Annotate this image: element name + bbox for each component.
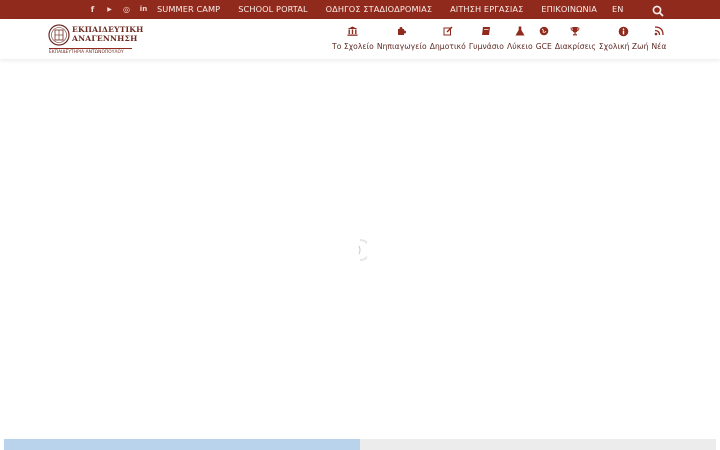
nav-item-gce[interactable]: GCE xyxy=(536,25,552,55)
nav-label: Νηπιαγωγείο xyxy=(376,42,427,51)
book-icon xyxy=(482,27,491,35)
search-icon xyxy=(652,5,664,17)
info-icon xyxy=(618,26,629,36)
edit-icon xyxy=(443,26,453,36)
nav-label: Διακρίσεις xyxy=(554,42,596,51)
logo-subtitle: ΕΚΠΑΙΔΕΥΤΗΡΙΑ ΑΝΤΩΝΟΠΟΥΛΟΥ xyxy=(49,48,132,55)
nav-item-school-life[interactable]: Σχολική Ζωή xyxy=(599,25,649,55)
institution-icon xyxy=(347,26,358,36)
top-navigation: SUMMER CAMP SCHOOL PORTAL ΟΔΗΓΟΣ ΣΤΑΔΙΟΔ… xyxy=(157,0,641,19)
nav-item-primary[interactable]: Δημοτικό xyxy=(430,25,466,55)
trophy-icon xyxy=(570,27,580,36)
content-strip-left xyxy=(4,439,360,450)
top-bar: f ▶ ◎ in SUMMER CAMP SCHOOL PORTAL ΟΔΗΓΟ… xyxy=(0,0,720,19)
nav-label: Το Σχολείο xyxy=(332,42,374,51)
summer-camp-link[interactable]: SUMMER CAMP xyxy=(157,0,220,19)
career-guide-link[interactable]: ΟΔΗΓΟΣ ΣΤΑΔΙΟΔΡΟΜΙΑΣ xyxy=(326,0,432,19)
nav-item-kindergarten[interactable]: Νηπιαγωγείο xyxy=(377,25,427,55)
nav-label: Δημοτικό xyxy=(429,42,466,51)
nav-item-distinctions[interactable]: Διακρίσεις xyxy=(555,25,596,55)
facebook-icon[interactable]: f xyxy=(84,0,101,19)
logo-emblem-icon xyxy=(48,24,70,46)
nav-item-school[interactable]: Το Σχολείο xyxy=(332,25,374,55)
search-button[interactable] xyxy=(651,3,665,17)
nav-label: GCE xyxy=(535,42,552,51)
content-strip-right xyxy=(360,439,716,450)
nav-item-news[interactable]: Νέα xyxy=(651,25,666,55)
puzzle-icon xyxy=(397,27,406,35)
nav-label: Λύκειο xyxy=(507,42,533,51)
nav-label: Νέα xyxy=(651,42,667,51)
flask-icon xyxy=(515,26,525,36)
youtube-icon[interactable]: ▶ xyxy=(101,0,118,19)
logo-title-line1: ΕΚΠΑΙΔΕΥΤΙΚΗ xyxy=(72,25,144,34)
language-switch[interactable]: EN xyxy=(612,0,624,19)
instagram-icon[interactable]: ◎ xyxy=(118,0,135,19)
spinner-icon xyxy=(358,239,371,261)
nav-item-gymnasium[interactable]: Γυμνάσιο xyxy=(469,25,504,55)
job-application-link[interactable]: ΑΙΤΗΣΗ ΕΡΓΑΣΙΑΣ xyxy=(450,0,523,19)
logo-title-line2: ΑΝΑΓΕΝΝΗΣΗ xyxy=(72,34,138,43)
school-portal-link[interactable]: SCHOOL PORTAL xyxy=(238,0,307,19)
nav-item-lyceum[interactable]: Λύκειο xyxy=(507,25,533,55)
site-logo[interactable]: ΕΚΠΑΙΔΕΥΤΙΚΗ ΑΝΑΓΕΝΝΗΣΗ ΕΚΠΑΙΔΕΥΤΗΡΙΑ ΑΝ… xyxy=(48,23,143,55)
nav-label: Σχολική Ζωή xyxy=(598,42,649,51)
social-links: f ▶ ◎ in xyxy=(84,0,152,19)
contact-link[interactable]: ΕΠΙΚΟΙΝΩΝΙΑ xyxy=(541,0,597,19)
loading-spinner xyxy=(353,238,371,262)
nav-label: Γυμνάσιο xyxy=(468,42,504,51)
rss-icon xyxy=(654,26,664,36)
main-navigation: Το Σχολείο Νηπιαγωγείο Δημοτικό Γυμνάσιο… xyxy=(332,25,669,55)
linkedin-icon[interactable]: in xyxy=(135,0,152,19)
globe-icon xyxy=(539,26,549,36)
site-header: ΕΚΠΑΙΔΕΥΤΙΚΗ ΑΝΑΓΕΝΝΗΣΗ ΕΚΠΑΙΔΕΥΤΗΡΙΑ ΑΝ… xyxy=(0,19,720,59)
